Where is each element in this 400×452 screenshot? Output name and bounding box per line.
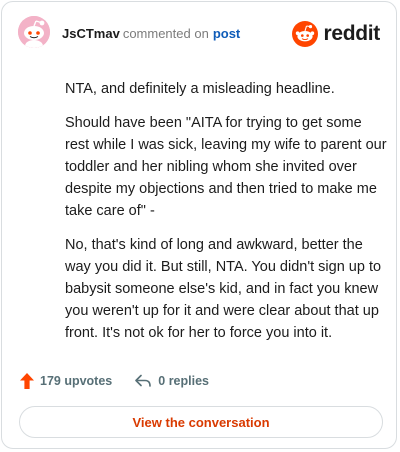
snoo-avatar-icon[interactable] <box>18 16 50 48</box>
reddit-snoo-icon <box>292 21 319 47</box>
reddit-wordmark: reddit <box>323 22 380 45</box>
comment-meta: JsCTmav commented on post <box>62 26 240 42</box>
comment-paragraph-1: NTA, and definitely a misleading headlin… <box>65 81 335 97</box>
comment-paragraph-2: Should have been "AITA for trying to get… <box>65 115 387 219</box>
username[interactable]: JsCTmav <box>62 26 120 41</box>
post-link[interactable]: post <box>213 26 240 41</box>
comment-paragraph-3: No, that's kind of long and awkward, bet… <box>65 237 382 341</box>
replies-count: 0 replies <box>158 374 209 388</box>
replies-stat[interactable]: 0 replies <box>134 374 209 388</box>
upvotes-stat[interactable]: 179 upvotes <box>20 373 112 389</box>
reply-arrow-icon <box>135 374 152 387</box>
view-conversation-button[interactable]: View the conversation <box>19 406 383 438</box>
upvotes-count: 179 upvotes <box>40 374 113 388</box>
upvote-arrow-icon <box>20 373 34 389</box>
comment-card: JsCTmav commented on post reddit NTA, and … <box>1 1 397 449</box>
reddit-logo[interactable]: reddit <box>292 21 380 47</box>
comment-body: NTA, and definitely a misleading headlin… <box>65 78 387 356</box>
comment-header: JsCTmav commented on post reddit <box>18 16 380 52</box>
action-text: commented on <box>122 26 209 41</box>
comment-footer: 179 upvotes 0 replies <box>20 370 231 392</box>
